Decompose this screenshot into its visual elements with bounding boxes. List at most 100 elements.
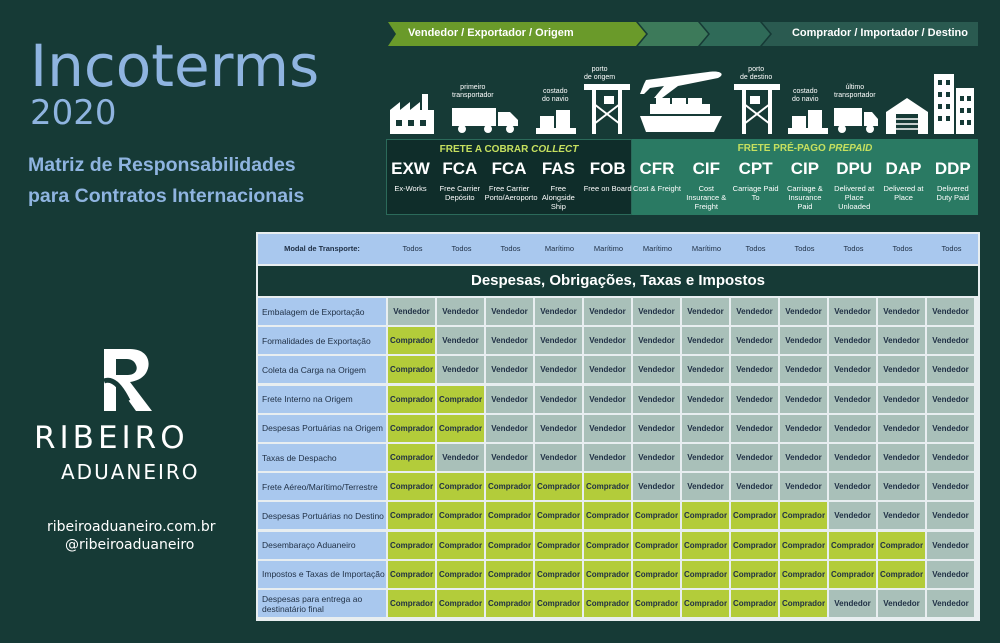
prepaid-band-title: FRETE PRÉ-PAGO PREPAID [737,143,873,154]
seller-cell: Vendedor [829,385,876,413]
seller-cell: Vendedor [780,327,827,355]
table-row: Coleta da Carga na Origem Comprador Vended… [258,356,978,384]
buyer-cell: Comprador [535,473,582,501]
buyer-cell: Comprador [780,560,827,588]
incoterm-exw: EXW Ex-Works [386,159,435,193]
buyer-cell: Comprador [878,560,925,588]
incoterm-description: Free Carrier Depósito [439,184,481,202]
buyer-cell: Comprador [878,531,925,559]
section-title: Despesas, Obrigações, Taxas e Impostos [258,266,978,296]
buyer-cell: Comprador [388,502,435,530]
transport-mode-cell: Todos [500,244,521,253]
transport-mode-cell: Marítimo [544,244,575,253]
seller-cell: Vendedor [486,414,533,442]
seller-cell: Vendedor [682,444,729,471]
transport-mode-cell: Todos [892,244,913,253]
seller-cell: Vendedor [927,385,974,413]
incoterm-code: CIP [790,159,820,178]
seller-cell: Vendedor [927,444,974,471]
buyer-cell: Comprador [486,531,533,559]
seller-cell: Vendedor [486,298,533,325]
warehouse-icon [886,98,928,134]
seller-cell: Vendedor [878,356,925,384]
transport-mode-cell: Marítimo [691,244,722,253]
transport-mode-cell: Todos [402,244,423,253]
seller-cell: Vendedor [878,414,925,442]
incoterm-code: CPT [738,159,773,178]
incoterm-cfr: CFR Cost & Freight [633,159,682,193]
row-label: Embalagem de Exportação [258,298,386,325]
incoterm-code: FCA [491,159,527,178]
logistics-icons: primeiro transportador costado do navio po… [388,62,978,138]
buyer-cell: Comprador [437,414,484,442]
page-title: Incoterms [30,32,320,100]
incoterm-fca: FCA Free Carrier Depósito [435,159,484,202]
incoterm-cif: CIF Cost Insurance & Freight [682,159,731,211]
seller-cell: Vendedor [878,590,925,617]
subtitle-line-1: Matriz de Responsabilidades [28,154,296,176]
buyer-cell: Comprador [437,473,484,501]
row-label: Coleta da Carga na Origem [258,356,386,384]
seller-cell: Vendedor [633,327,680,355]
factory-icon [390,94,434,134]
seller-flow-label: Vendedor / Exportador / Origem [408,27,574,39]
buyer-cell: Comprador [584,531,631,559]
buyer-cell: Comprador [584,502,631,530]
incoterm-code: EXW [391,159,430,178]
buyer-cell: Comprador [633,502,680,530]
seller-cell: Vendedor [927,473,974,501]
buyer-cell: Comprador [829,531,876,559]
incoterm-description: Delivered Duty Paid [936,184,970,202]
buyer-cell: Comprador [682,502,729,530]
buyer-cell: Comprador [437,385,484,413]
buyer-cell: Comprador [388,414,435,442]
truck-icon [452,108,518,133]
seller-cell: Vendedor [682,385,729,413]
incoterm-description: Free Carrier Porto/Aeroporto [484,184,538,202]
seller-cell: Vendedor [878,444,925,471]
seller-cell: Vendedor [927,298,974,325]
table-row: Formalidades de Exportação Comprador Vende… [258,327,978,355]
seller-cell: Vendedor [388,298,435,325]
flow-arrow: Vendedor / Exportador / Origem Comprador… [388,22,978,46]
seller-cell: Vendedor [682,414,729,442]
incoterm-code: CIF [692,159,720,178]
incoterm-dpu: DPU Delivered at Place Unloaded [830,159,879,211]
brand-name: RIBEIRO [34,420,189,456]
buyer-cell: Comprador [780,502,827,530]
seller-cell: Vendedor [633,356,680,384]
transport-mode-cell: Todos [451,244,472,253]
website-link[interactable]: ribeiroaduaneiro.com.br [47,517,216,537]
table-row: Embalagem de Exportação Vendedor Vendedor V… [258,298,978,325]
seller-cell: Vendedor [535,444,582,471]
caption-origin-port: porto de origem [584,66,616,81]
seller-cell: Vendedor [731,414,778,442]
seller-cell: Vendedor [486,327,533,355]
crane-icon [584,84,630,134]
subtitle-line-2: para Contratos Internacionais [28,185,305,207]
row-label: Despesas Portuárias no Destino [258,502,386,530]
incoterm-description: Free Alongside Ship [541,184,575,211]
social-handle[interactable]: @ribeiroaduaneiro [65,537,194,553]
table-row: Impostos e Taxas de Importação Comprador C… [258,560,978,588]
transport-mode-cell: Todos [843,244,864,253]
incoterm-description: Delivered at Place [883,184,924,202]
incoterm-code: DDP [934,159,971,178]
seller-cell: Vendedor [780,298,827,325]
table-row: Despesas Portuárias na Origem Comprador Co… [258,414,978,442]
seller-cell: Vendedor [780,414,827,442]
buyer-cell: Comprador [486,473,533,501]
row-label: Desembaraço Aduaneiro [258,531,386,559]
buyer-cell: Comprador [535,590,582,617]
seller-cell: Vendedor [829,327,876,355]
buyer-cell: Comprador [731,560,778,588]
transport-mode-cell: Todos [745,244,766,253]
transport-mode-cell: Todos [941,244,962,253]
seller-cell: Vendedor [829,444,876,471]
incoterm-description: Carriage & Insurance Paid [786,184,823,211]
transport-mode-cell: Marítimo [593,244,624,253]
seller-cell: Vendedor [535,356,582,384]
page-subtitle: Matriz de Responsabilidades para Contrat… [28,150,304,212]
seller-cell: Vendedor [829,414,876,442]
buyer-cell: Comprador [633,531,680,559]
